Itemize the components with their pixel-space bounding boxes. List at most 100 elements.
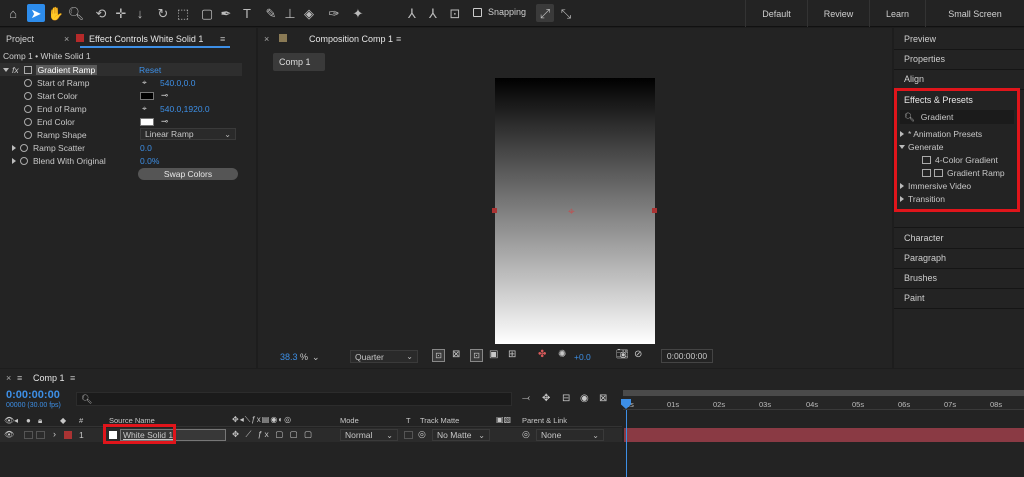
- tree-immersive-video[interactable]: Immersive Video: [900, 179, 971, 192]
- ramp-shape-dropdown[interactable]: Linear Ramp ⌄: [140, 128, 236, 140]
- anchor-point-icon[interactable]: ⌖: [568, 204, 575, 219]
- stopwatch-icon[interactable]: [24, 78, 32, 87]
- axis-local-icon[interactable]: ⅄: [403, 4, 421, 22]
- tab-effect-controls[interactable]: Effect Controls White Solid 1: [89, 34, 203, 44]
- eyedropper-icon[interactable]: ⊸: [161, 116, 168, 127]
- pen-tool-icon[interactable]: ✒: [217, 4, 235, 22]
- blend-mode-dropdown[interactable]: Normal ⌄: [340, 429, 398, 441]
- clone-stamp-icon[interactable]: ⊥: [281, 4, 299, 22]
- tab-comp-timeline[interactable]: Comp 1: [33, 373, 65, 383]
- workspace-small-screen[interactable]: Small Screen: [925, 0, 1024, 27]
- panel-align[interactable]: Align: [904, 74, 924, 84]
- resolution-dropdown[interactable]: Quarter ⌄: [350, 350, 418, 363]
- show-snapshot-icon[interactable]: ⊘: [634, 349, 642, 360]
- region-of-interest-icon[interactable]: ▣: [489, 349, 498, 360]
- comp-timecode[interactable]: 0:00:00:00: [661, 349, 713, 363]
- zoom-chevron-icon[interactable]: ⌄: [312, 352, 320, 363]
- selection-tool-icon[interactable]: ➤: [27, 4, 45, 22]
- fast-previews-icon[interactable]: ⊡: [432, 349, 445, 362]
- tab-composition[interactable]: Composition Comp 1: [309, 34, 393, 44]
- expand-icon[interactable]: [900, 182, 904, 189]
- stopwatch-icon[interactable]: [24, 117, 32, 126]
- start-color-swatch[interactable]: [140, 91, 154, 100]
- ramp-handle-left[interactable]: [492, 208, 497, 213]
- time-ruler[interactable]: [623, 396, 1024, 410]
- frame-blending-icon[interactable]: ◉: [580, 393, 589, 404]
- zoom-tool-icon[interactable]: 🔍︎: [67, 4, 85, 22]
- layer-row[interactable]: 👁︎ › 1 White Solid 1 ✥ ⟋ ƒx ▢ ▢ ▢ Normal…: [0, 428, 622, 442]
- tree-generate[interactable]: Generate: [899, 140, 943, 153]
- rotation-tool-icon[interactable]: ↻: [154, 4, 172, 22]
- color-management-icon[interactable]: ✺: [558, 349, 566, 360]
- type-tool-icon[interactable]: T: [238, 4, 256, 22]
- eyedropper-icon[interactable]: ⊸: [161, 90, 168, 101]
- lock-box[interactable]: [36, 431, 45, 439]
- panel-paragraph[interactable]: Paragraph: [904, 253, 946, 263]
- eye-icon[interactable]: 👁︎: [4, 430, 14, 439]
- puppet-pin-icon[interactable]: ✦: [349, 4, 367, 22]
- snapping-checkbox[interactable]: [473, 8, 482, 17]
- snapshot-icon[interactable]: 📷︎: [616, 349, 629, 360]
- transparency-grid-icon[interactable]: ⊠: [452, 349, 460, 360]
- shy-layers-icon[interactable]: ⊟: [562, 393, 570, 404]
- end-color-swatch[interactable]: [140, 117, 154, 126]
- timeline-timecode[interactable]: 0:00:00:00: [6, 389, 60, 401]
- panel-menu-icon[interactable]: ≡: [220, 34, 225, 44]
- lock-icon[interactable]: 🔒︎: [38, 416, 42, 426]
- expand-icon[interactable]: [900, 195, 904, 202]
- axis-world-icon[interactable]: ⅄: [424, 4, 442, 22]
- panel-menu-icon[interactable]: ≡: [396, 34, 401, 44]
- tree-transition[interactable]: Transition: [900, 192, 945, 205]
- expand-icon[interactable]: [12, 157, 16, 164]
- collapse-icon[interactable]: [899, 144, 905, 149]
- pan-behind-icon[interactable]: ⬚: [174, 4, 192, 22]
- solo-switch-icon[interactable]: ●: [26, 416, 31, 425]
- label-color-swatch[interactable]: [64, 431, 72, 439]
- axis-view-icon[interactable]: ⊡: [446, 4, 464, 22]
- tree-animation-presets[interactable]: * Animation Presets: [900, 127, 982, 140]
- workspace-learn[interactable]: Learn: [869, 0, 925, 27]
- orbit-camera-icon[interactable]: ⟲: [92, 4, 110, 22]
- home-icon[interactable]: ⌂: [4, 4, 22, 22]
- timeline-search-input[interactable]: 🔍︎: [76, 392, 512, 406]
- eraser-icon[interactable]: ◈: [300, 4, 318, 22]
- stopwatch-icon[interactable]: [24, 91, 32, 100]
- audio-box[interactable]: [24, 431, 33, 439]
- brush-tool-icon[interactable]: ✎: [262, 4, 280, 22]
- stopwatch-icon[interactable]: [24, 104, 32, 113]
- label-tag-icon[interactable]: ◆: [60, 416, 66, 425]
- end-of-ramp-value[interactable]: 540.0,1920.0: [160, 104, 210, 114]
- crosshair-icon[interactable]: ⌖: [142, 103, 147, 114]
- comp-mini-flowchart-icon[interactable]: ⤙: [522, 393, 530, 404]
- tree-4-color-gradient[interactable]: 4-Color Gradient: [922, 153, 998, 166]
- hand-tool-icon[interactable]: ✋: [47, 4, 65, 22]
- pan-camera-icon[interactable]: ✛: [112, 4, 130, 22]
- panel-paint[interactable]: Paint: [904, 293, 925, 303]
- effect-name[interactable]: Gradient Ramp: [35, 64, 98, 75]
- stopwatch-icon[interactable]: [20, 143, 28, 152]
- stopwatch-icon[interactable]: [24, 130, 32, 139]
- ramp-scatter-value[interactable]: 0.0: [140, 143, 152, 153]
- parent-dropdown[interactable]: None ⌄: [536, 429, 604, 441]
- track-matte-dropdown[interactable]: No Matte ⌄: [432, 429, 490, 441]
- motion-blur-icon[interactable]: ⊠: [599, 393, 607, 404]
- rectangle-tool-icon[interactable]: ▢: [198, 4, 216, 22]
- panel-preview[interactable]: Preview: [904, 34, 936, 44]
- panel-character[interactable]: Character: [904, 233, 944, 243]
- expand-icon[interactable]: [12, 144, 16, 151]
- panel-brushes[interactable]: Brushes: [904, 273, 937, 283]
- fx-toggle[interactable]: fx: [12, 65, 19, 75]
- close-icon[interactable]: ×: [64, 34, 69, 44]
- guides-icon[interactable]: ⊞: [508, 349, 516, 360]
- draft-3d-icon[interactable]: ✥: [542, 393, 550, 404]
- blend-value[interactable]: 0.0%: [140, 156, 159, 166]
- zoom-value[interactable]: 38.3: [280, 352, 298, 362]
- expand-icon[interactable]: [900, 130, 904, 137]
- start-of-ramp-value[interactable]: 540.0,0.0: [160, 78, 195, 88]
- panel-effects-presets[interactable]: Effects & Presets: [904, 95, 973, 105]
- ramp-handle-right[interactable]: [652, 208, 657, 213]
- panel-menu-icon[interactable]: ≡: [17, 373, 22, 383]
- tab-project[interactable]: Project: [6, 34, 34, 44]
- close-icon[interactable]: ×: [6, 373, 11, 383]
- preserve-transparency-box[interactable]: [404, 431, 413, 439]
